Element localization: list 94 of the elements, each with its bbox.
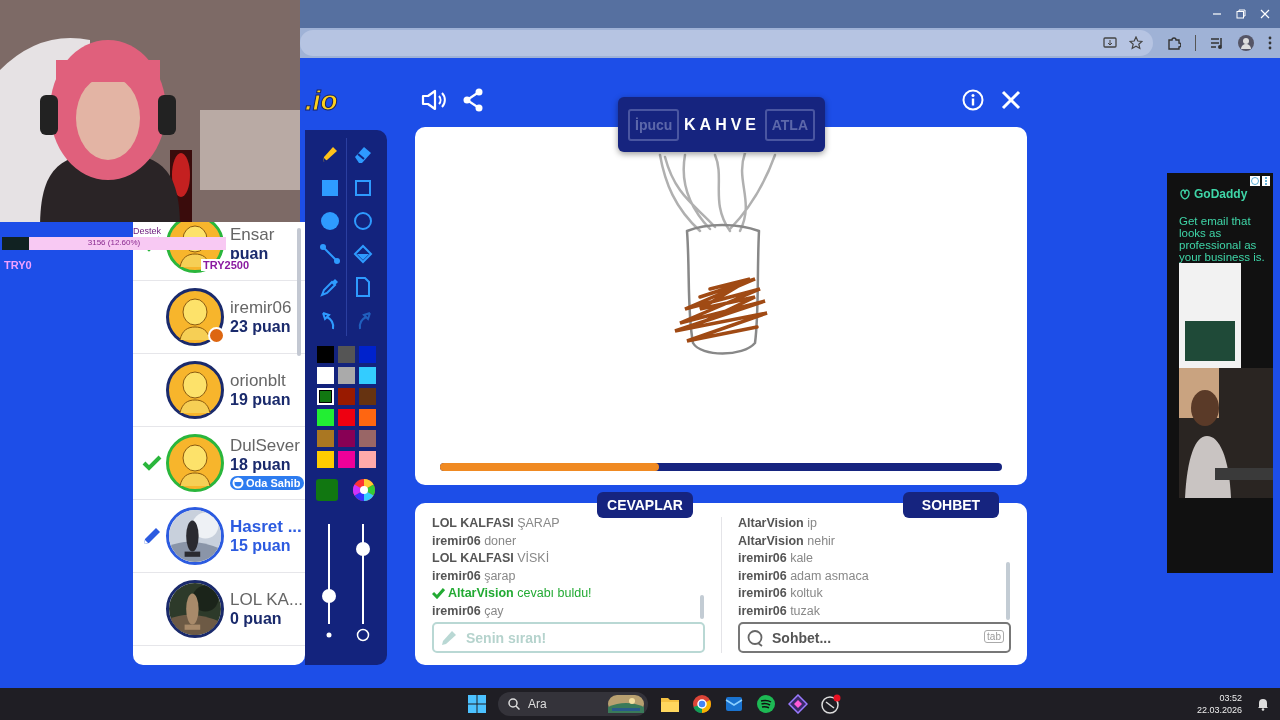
donation-min-label: TRY0 xyxy=(4,259,32,271)
chat-message: iremir06 adam asmaca xyxy=(738,567,870,585)
chat-message: iremir06 kale xyxy=(738,550,815,567)
color-swatch[interactable] xyxy=(358,451,376,468)
chat-message: iremir06 doner xyxy=(432,532,518,550)
player-score: 0 puan xyxy=(230,608,283,629)
chat-message: LOL KALFASI ŞARAP xyxy=(432,517,561,532)
player-name: LOL KA... xyxy=(230,589,304,609)
color-swatch[interactable] xyxy=(316,430,334,447)
player-name: DulSever xyxy=(230,436,301,455)
donation-progress-text: 3156 (12.60%) xyxy=(86,238,142,247)
windows-start-icon[interactable] xyxy=(468,695,486,713)
color-swatch[interactable] xyxy=(358,430,376,447)
restore-icon[interactable] xyxy=(1236,9,1246,19)
chat-message: iremir06 tuzak xyxy=(738,602,821,620)
pencil-icon xyxy=(440,629,458,647)
player-name: orionblt xyxy=(230,370,287,390)
taskbar-search[interactable]: Ara xyxy=(498,692,648,716)
scrollbar-thumb[interactable] xyxy=(1006,562,1010,620)
fill-bucket-icon xyxy=(351,242,374,265)
chat-bubble-icon xyxy=(746,629,764,647)
brand-logo-icon xyxy=(1179,188,1191,200)
diamond-app-icon[interactable] xyxy=(788,694,808,714)
current-color-swatch[interactable] xyxy=(316,479,338,501)
ad-headline: Get email that looks as professional as your business is. xyxy=(1178,214,1266,263)
check-icon xyxy=(432,588,445,599)
smiley-icon xyxy=(232,477,244,489)
player-name: Hasret ... xyxy=(230,516,302,536)
color-swatch[interactable] xyxy=(358,346,376,363)
app-with-notification-icon[interactable] xyxy=(820,694,842,714)
secret-word: KAHVE xyxy=(684,115,761,134)
logo-text: .io xyxy=(305,86,339,116)
color-swatch[interactable] xyxy=(316,388,334,405)
search-placeholder: Ara xyxy=(528,697,548,711)
color-swatch[interactable] xyxy=(316,367,334,384)
key-hint: tab xyxy=(984,630,1004,643)
color-swatch[interactable] xyxy=(316,409,334,426)
donation-goal-label: Destek xyxy=(133,225,161,237)
search-icon xyxy=(508,698,520,710)
ring-icon xyxy=(356,628,370,642)
chat-tab[interactable]: SOHBET xyxy=(903,492,999,518)
close-icon[interactable] xyxy=(1000,89,1022,111)
color-swatch[interactable] xyxy=(337,409,355,426)
star-icon[interactable] xyxy=(1129,36,1143,50)
share-icon[interactable] xyxy=(462,88,484,112)
slider-thumb[interactable] xyxy=(356,542,370,557)
player-name: Ensar xyxy=(230,224,275,244)
owner-badge: Oda Sahib xyxy=(230,476,305,490)
player-score: 23 puan xyxy=(230,316,292,337)
notification-bell-icon[interactable] xyxy=(1256,697,1270,711)
chat-message: iremir06 koltuk xyxy=(738,585,824,602)
scrollbar-thumb[interactable] xyxy=(700,595,704,619)
color-swatch[interactable] xyxy=(337,430,355,447)
close-icon[interactable] xyxy=(1260,9,1270,19)
player-score: 15 puan xyxy=(230,535,292,556)
chat-message: iremir06 şarap xyxy=(432,567,517,585)
chat-message: AltarVision cevabı buldu! xyxy=(432,585,695,603)
menu-icon[interactable] xyxy=(1268,36,1272,50)
scrollbar-thumb[interactable] xyxy=(297,228,301,356)
color-swatch[interactable] xyxy=(316,451,334,468)
color-swatch[interactable] xyxy=(337,388,355,405)
chat-message: AltarVision nehir xyxy=(738,532,837,550)
donation-max-label: TRY2500 xyxy=(200,259,251,271)
filled-circle-icon xyxy=(318,209,341,232)
media-list-icon[interactable] xyxy=(1210,36,1224,50)
clock-date: 22.03.2026 xyxy=(1196,704,1242,716)
mail-icon[interactable] xyxy=(724,695,744,713)
player-score: 19 puan xyxy=(230,389,291,410)
folder-icon[interactable] xyxy=(660,695,680,713)
brand-name: GoDaddy xyxy=(1194,187,1248,201)
player-score: puan xyxy=(230,243,270,262)
chat-message: LOL KALFASI VİSKİ xyxy=(432,550,551,567)
clock-time: 03:52 xyxy=(1219,692,1242,704)
line-icon xyxy=(318,242,341,265)
color-swatch[interactable] xyxy=(358,409,376,426)
circle-outline-icon xyxy=(351,209,374,232)
music-app-icon[interactable] xyxy=(756,694,776,714)
color-swatch[interactable] xyxy=(337,451,355,468)
install-icon[interactable] xyxy=(1103,36,1117,50)
chrome-icon[interactable] xyxy=(692,694,712,714)
chat-message: iremir06 çay xyxy=(432,602,505,620)
speaker-icon[interactable] xyxy=(420,88,446,112)
player-name: iremir06 xyxy=(230,297,292,317)
color-wheel-icon[interactable] xyxy=(352,478,376,502)
profile-avatar-icon[interactable] xyxy=(1238,35,1254,51)
color-swatch[interactable] xyxy=(337,346,355,363)
player-score: 18 puan xyxy=(230,455,292,475)
color-swatch[interactable] xyxy=(358,388,376,405)
color-swatch[interactable] xyxy=(358,367,376,384)
color-swatch[interactable] xyxy=(337,367,355,384)
puzzle-icon[interactable] xyxy=(1167,36,1181,50)
slider-thumb[interactable] xyxy=(322,589,336,604)
chat-message: AltarVision ip xyxy=(738,517,818,532)
color-swatch[interactable] xyxy=(316,346,334,363)
